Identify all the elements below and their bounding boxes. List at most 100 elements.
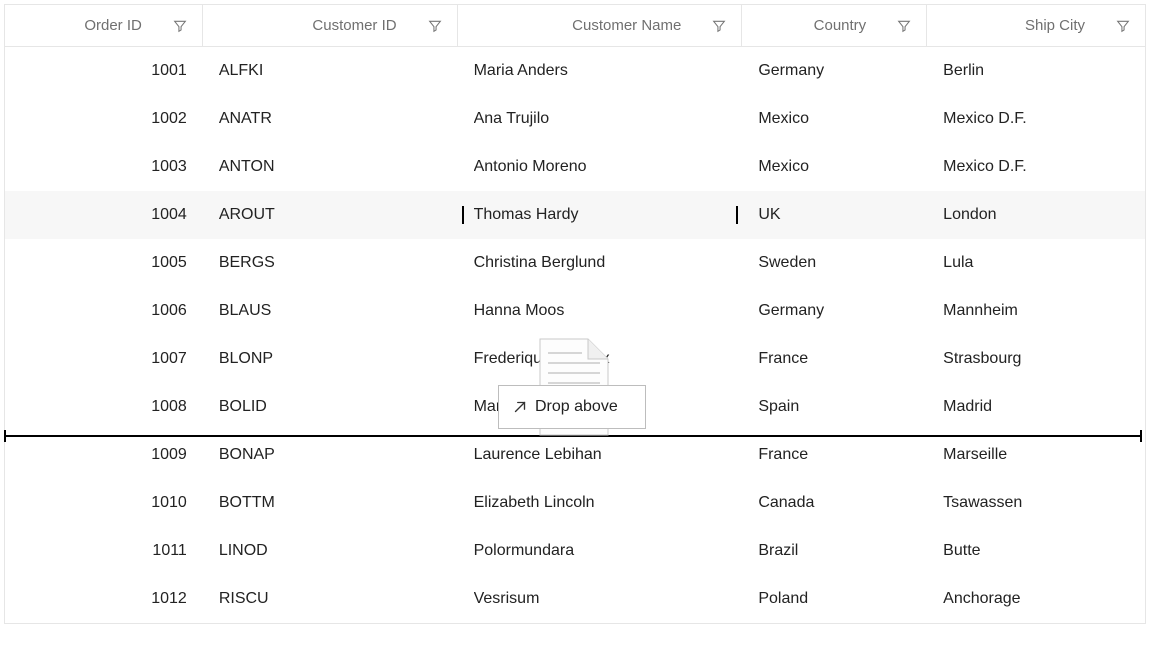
cell-shipcity[interactable]: Tsawassen — [927, 494, 1145, 512]
cell-shipcity[interactable]: Mexico D.F. — [927, 158, 1145, 176]
cell-value: France — [758, 446, 911, 464]
cell-orderid[interactable]: 1002 — [5, 110, 203, 128]
cell-value: 1003 — [21, 158, 187, 176]
cell-value: Elizabeth Lincoln — [474, 494, 727, 512]
cell-orderid[interactable]: 1008 — [5, 398, 203, 416]
cell-orderid[interactable]: 1011 — [5, 542, 203, 560]
filter-icon[interactable] — [1115, 18, 1131, 34]
cell-orderid[interactable]: 1005 — [5, 254, 203, 272]
cell-custid[interactable]: ANTON — [203, 158, 458, 176]
table-row[interactable]: 1011 LINOD PolormundaraBrazil Butte — [5, 527, 1145, 575]
cell-value: 1001 — [21, 62, 187, 80]
table-row[interactable]: 1010BOTTM Elizabeth Lincoln Canada Tsawasse… — [5, 479, 1145, 527]
cell-custname[interactable]: Maria Anders — [458, 62, 743, 80]
cell-country[interactable]: Mexico — [742, 110, 927, 128]
cell-custname[interactable]: Christina Berglund — [458, 254, 743, 272]
cell-value: Ana Trujilo — [474, 110, 727, 128]
cell-value: 1006 — [21, 302, 187, 320]
cell-shipcity[interactable]: Mexico D.F. — [927, 110, 1145, 128]
cell-custid[interactable]: RISCU — [203, 590, 458, 608]
cell-orderid[interactable]: 1004 — [5, 206, 203, 224]
cell-value: 1009 — [21, 446, 187, 464]
table-row[interactable]: 1001 ALFKI Maria AndersGermanyBerlin — [5, 47, 1145, 95]
cell-custid[interactable]: BONAP — [203, 446, 458, 464]
cell-custname[interactable]: Laurence Lebihan — [458, 446, 743, 464]
cell-country[interactable]: Canada — [742, 494, 927, 512]
cell-custname[interactable]: Antonio Moreno — [458, 158, 743, 176]
cell-custid[interactable]: AROUT — [203, 206, 458, 224]
cell-custname[interactable]: Elizabeth Lincoln — [458, 494, 743, 512]
cell-value: LINOD — [219, 542, 442, 560]
cell-custid[interactable]: LINOD — [203, 542, 458, 560]
cell-shipcity[interactable]: Anchorage — [927, 590, 1145, 608]
table-row[interactable]: 1003 ANTONAntonio MorenoMexicoMexico D.F. — [5, 143, 1145, 191]
cell-value: BONAP — [219, 446, 442, 464]
cell-custid[interactable]: ANATR — [203, 110, 458, 128]
cell-orderid[interactable]: 1001 — [5, 62, 203, 80]
cell-custid[interactable]: BLONP — [203, 350, 458, 368]
cell-country[interactable]: Germany — [742, 62, 927, 80]
col-header-ship-city[interactable]: Ship City — [927, 5, 1145, 46]
cell-country[interactable]: Spain — [742, 398, 927, 416]
cell-value: 1002 — [21, 110, 187, 128]
cell-shipcity[interactable]: Marseille — [927, 446, 1145, 464]
cell-custname[interactable]: Hanna Moos — [458, 302, 743, 320]
cell-shipcity[interactable]: Berlin — [927, 62, 1145, 80]
table-row[interactable]: 1006 BLAUS Hanna MoosGermanyMannheim — [5, 287, 1145, 335]
cell-shipcity[interactable]: Mannheim — [927, 302, 1145, 320]
arrow-up-right-icon — [511, 398, 529, 416]
cell-country[interactable]: Sweden — [742, 254, 927, 272]
cell-country[interactable]: Brazil — [742, 542, 927, 560]
cell-value: Butte — [943, 542, 1129, 560]
cell-value: BLAUS — [219, 302, 442, 320]
cell-custid[interactable]: BOLID — [203, 398, 458, 416]
col-header-label: Customer ID — [312, 17, 396, 34]
cell-orderid[interactable]: 1006 — [5, 302, 203, 320]
cell-orderid[interactable]: 1009 — [5, 446, 203, 464]
cell-custname[interactable]: Ana Trujilo — [458, 110, 743, 128]
cell-orderid[interactable]: 1012 — [5, 590, 203, 608]
cell-value: ALFKI — [219, 62, 442, 80]
table-row[interactable]: 1005BERGSChristina Berglund Sweden Lula — [5, 239, 1145, 287]
cell-orderid[interactable]: 1007 — [5, 350, 203, 368]
col-header-order-id[interactable]: Order ID — [5, 5, 203, 46]
cell-shipcity[interactable]: Lula — [927, 254, 1145, 272]
cell-value: 1008 — [21, 398, 187, 416]
cell-shipcity[interactable]: Madrid — [927, 398, 1145, 416]
filter-icon[interactable] — [896, 18, 912, 34]
cell-shipcity[interactable]: London — [927, 206, 1145, 224]
cell-value: BOLID — [219, 398, 442, 416]
filter-icon[interactable] — [427, 18, 443, 34]
cell-shipcity[interactable]: Strasbourg — [927, 350, 1145, 368]
data-grid[interactable]: Order ID Customer ID Customer Name Count… — [4, 4, 1146, 624]
col-header-country[interactable]: Country — [742, 5, 927, 46]
cell-custid[interactable]: ALFKI — [203, 62, 458, 80]
col-header-customer-id[interactable]: Customer ID — [203, 5, 458, 46]
cell-country[interactable]: France — [742, 446, 927, 464]
cell-value: Spain — [758, 398, 911, 416]
cell-country[interactable]: Mexico — [742, 158, 927, 176]
cell-orderid[interactable]: 1010 — [5, 494, 203, 512]
cell-value: Canada — [758, 494, 911, 512]
filter-icon[interactable] — [711, 18, 727, 34]
cell-value: Laurence Lebihan — [474, 446, 727, 464]
table-row[interactable]: 1004AROUTThomas HardyUKLondon — [5, 191, 1145, 239]
table-row[interactable]: 1002 ANATR Ana Trujilo MexicoMexico D.F. — [5, 95, 1145, 143]
cell-country[interactable]: France — [742, 350, 927, 368]
col-header-customer-name[interactable]: Customer Name — [458, 5, 743, 46]
cell-custname[interactable]: Vesrisum — [458, 590, 743, 608]
cell-custname[interactable]: Polormundara — [458, 542, 743, 560]
cell-custid[interactable]: BERGS — [203, 254, 458, 272]
cell-value: Sweden — [758, 254, 911, 272]
cell-orderid[interactable]: 1003 — [5, 158, 203, 176]
cell-country[interactable]: Poland — [742, 590, 927, 608]
cell-country[interactable]: Germany — [742, 302, 927, 320]
cell-custid[interactable]: BOTTM — [203, 494, 458, 512]
cell-custid[interactable]: BLAUS — [203, 302, 458, 320]
col-header-label: Customer Name — [572, 17, 681, 34]
cell-custname[interactable]: Thomas Hardy — [458, 206, 743, 224]
table-row[interactable]: 1012RISCUVesrisumPolandAnchorage — [5, 575, 1145, 623]
cell-country[interactable]: UK — [742, 206, 927, 224]
filter-icon[interactable] — [172, 18, 188, 34]
cell-shipcity[interactable]: Butte — [927, 542, 1145, 560]
